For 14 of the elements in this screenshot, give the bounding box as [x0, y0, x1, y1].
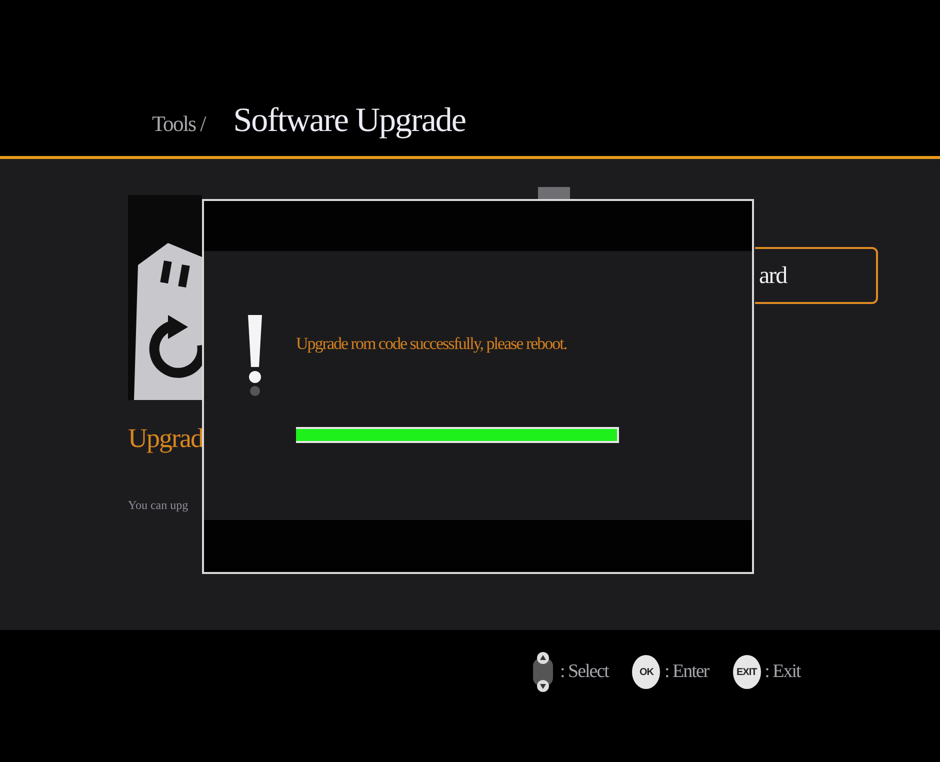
remote-key: OK	[632, 655, 660, 689]
breadcrumb[interactable]: Tools /	[152, 107, 206, 140]
navigation-pad-icon	[530, 652, 556, 692]
exclamation-icon	[246, 315, 264, 397]
dialog-message: Upgrade rom code successfully, please reboot.	[296, 333, 568, 355]
hint-label: : Select	[560, 660, 608, 684]
panel-description: You can upg	[128, 497, 190, 514]
panel-heading: Upgrad	[128, 422, 202, 454]
hint-label: : Exit	[764, 660, 800, 684]
device-icon	[538, 187, 570, 199]
page-title: Software Upgrade	[233, 101, 466, 141]
hint-label: : Enter	[664, 660, 709, 684]
remote-key: EXIT	[732, 655, 761, 689]
menu-button[interactable]: ard	[755, 247, 878, 304]
